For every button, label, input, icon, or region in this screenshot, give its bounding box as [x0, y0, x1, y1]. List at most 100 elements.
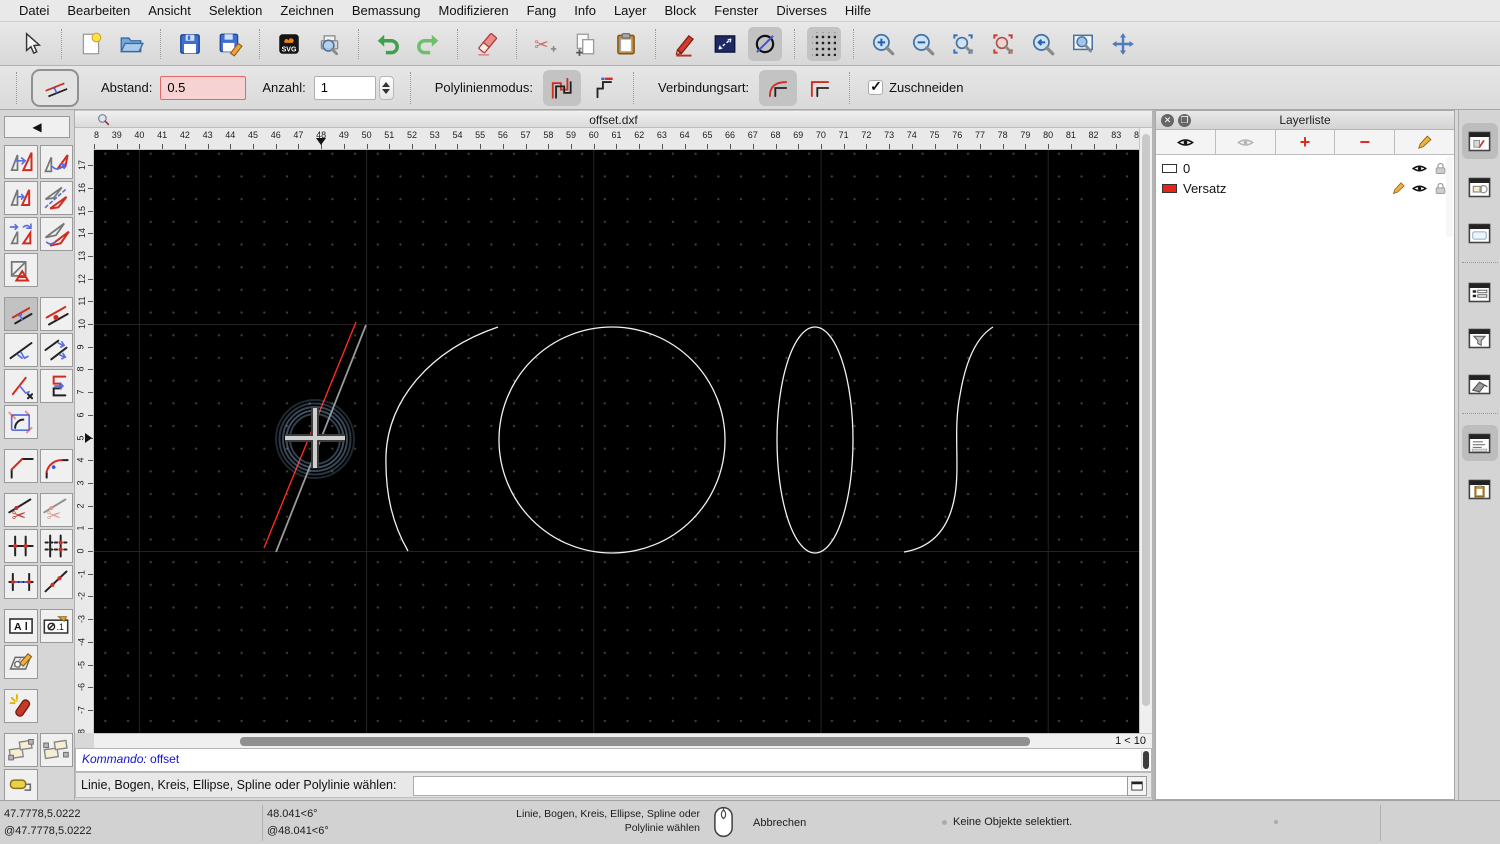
abstand-input[interactable]	[160, 75, 247, 100]
layer-row-0[interactable]: 0	[1156, 158, 1454, 178]
command-window-button[interactable]	[1127, 776, 1147, 796]
command-history-scrollbar[interactable]	[1141, 750, 1150, 770]
layer-visibility-icon[interactable]	[1412, 161, 1427, 176]
save-as-button[interactable]	[213, 27, 247, 61]
palette-back-button[interactable]: ◀	[4, 116, 70, 138]
zoom-out-button[interactable]	[906, 27, 940, 61]
measure-distance-button[interactable]	[708, 27, 742, 61]
eraser-button[interactable]	[470, 27, 504, 61]
redo-button[interactable]	[411, 27, 445, 61]
tool-move-rotate[interactable]	[4, 217, 38, 251]
menu-item-fenster[interactable]: Fenster	[705, 3, 767, 18]
circle-entity[interactable]	[498, 326, 726, 554]
zoom-window-button[interactable]	[1066, 27, 1100, 61]
anzahl-stepper[interactable]	[378, 75, 394, 100]
tool-explode[interactable]	[4, 689, 38, 723]
menu-item-block[interactable]: Block	[655, 3, 705, 18]
menu-item-diverses[interactable]: Diverses	[767, 3, 836, 18]
tool-trim-two[interactable]	[39, 333, 73, 367]
command-history-scrollbar-thumb[interactable]	[1143, 751, 1149, 769]
copy-button[interactable]	[569, 27, 603, 61]
menu-item-bearbeiten[interactable]: Bearbeiten	[58, 3, 139, 18]
tool-divide[interactable]	[4, 529, 38, 563]
tool-fillet[interactable]	[39, 449, 73, 483]
polyline-mode-segment-button[interactable]	[585, 70, 623, 106]
horizontal-scrollbar-thumb[interactable]	[240, 737, 1030, 746]
spline-entity[interactable]	[903, 326, 994, 553]
tool-block-edit[interactable]	[4, 733, 38, 767]
svg-export-button[interactable]: SVG	[272, 27, 306, 61]
menu-item-bemassung[interactable]: Bemassung	[343, 3, 430, 18]
menu-item-ansicht[interactable]: Ansicht	[139, 3, 200, 18]
ellipse-entity[interactable]	[776, 326, 854, 554]
paste-button[interactable]	[609, 27, 643, 61]
tool-offset-point[interactable]	[39, 297, 73, 331]
layer-row-Versatz[interactable]: Versatz	[1156, 178, 1454, 198]
tool-dim-edit[interactable]: .1	[39, 609, 73, 643]
layer-panel-titlebar[interactable]: ✕ ❐ Layerliste	[1156, 111, 1454, 130]
command-input[interactable]	[413, 776, 1129, 796]
draw-pencil-button[interactable]	[668, 27, 702, 61]
tool-trim[interactable]	[4, 333, 38, 367]
layer-color-swatch[interactable]	[1162, 183, 1177, 193]
menu-item-selektion[interactable]: Selektion	[200, 3, 271, 18]
show-all-layers-button[interactable]	[1156, 130, 1216, 154]
tool-rotate-two[interactable]	[39, 217, 73, 251]
tool-hatch-edit[interactable]	[4, 645, 38, 679]
zuschneiden-checkbox[interactable]	[868, 78, 884, 95]
tool-cut-split[interactable]: ✂	[4, 493, 38, 527]
zoom-in-button[interactable]	[866, 27, 900, 61]
circle-line-button[interactable]	[748, 26, 782, 61]
vertical-scrollbar[interactable]	[1139, 128, 1152, 733]
layer-color-swatch[interactable]	[1162, 163, 1177, 173]
menu-item-info[interactable]: Info	[565, 3, 605, 18]
document-titlebar[interactable]: offset.dxf	[75, 110, 1152, 128]
tool-paint-roller[interactable]	[4, 769, 38, 800]
tool-mirror[interactable]	[39, 181, 73, 215]
tool-block-edit-2[interactable]	[39, 733, 73, 767]
print-preview-button[interactable]	[312, 27, 346, 61]
polyline-mode-full-button[interactable]	[542, 69, 581, 106]
tool-cut-split-faded[interactable]: ✂	[39, 493, 73, 527]
edit-layer-button[interactable]	[1395, 130, 1454, 154]
tool-offset[interactable]	[4, 297, 38, 331]
drawing-canvas[interactable]	[94, 150, 1139, 733]
menu-item-zeichnen[interactable]: Zeichnen	[271, 3, 342, 18]
remove-layer-button[interactable]: −	[1335, 130, 1396, 154]
menu-item-datei[interactable]: Datei	[10, 3, 58, 18]
grid-toggle-button[interactable]	[807, 26, 841, 61]
dock-command-line-button[interactable]	[1461, 425, 1498, 461]
tool-clip[interactable]	[4, 405, 38, 439]
dock-layer-filter-button[interactable]	[1462, 320, 1498, 356]
dock-layer-list-button[interactable]	[1462, 274, 1498, 310]
tool-divide-2[interactable]	[39, 529, 73, 563]
tool-break[interactable]	[39, 565, 73, 599]
layer-panel-scrollbar[interactable]	[1446, 157, 1453, 237]
dock-tool-options-button[interactable]	[1461, 123, 1498, 159]
menu-item-hilfe[interactable]: Hilfe	[836, 3, 880, 18]
tool-mirror-move[interactable]	[4, 181, 38, 215]
add-layer-button[interactable]: +	[1275, 130, 1336, 154]
zoom-auto-button[interactable]	[946, 27, 980, 61]
dock-library-browser-button[interactable]	[1462, 215, 1498, 251]
dock-clipboard-panel-button[interactable]	[1462, 471, 1498, 507]
tool-divide-3[interactable]	[4, 565, 38, 599]
pan-button[interactable]	[1106, 27, 1140, 61]
zoom-previous-button[interactable]	[1026, 27, 1060, 61]
new-file-button[interactable]	[74, 27, 108, 61]
connection-round-button[interactable]	[759, 69, 798, 106]
tool-scale[interactable]	[4, 253, 38, 287]
offset-tool-indicator[interactable]	[31, 68, 79, 107]
zoom-selection-button[interactable]	[986, 27, 1020, 61]
cursor-tool-button[interactable]	[15, 27, 49, 61]
save-button[interactable]	[173, 27, 207, 61]
open-file-button[interactable]	[114, 27, 148, 61]
dock-block-list-button[interactable]	[1462, 169, 1498, 205]
vertical-scrollbar-thumb[interactable]	[1142, 134, 1150, 706]
dock-wall-view-button[interactable]	[1462, 366, 1498, 402]
undo-button[interactable]	[371, 27, 405, 61]
menu-item-layer[interactable]: Layer	[605, 3, 656, 18]
menu-item-modifizieren[interactable]: Modifizieren	[430, 3, 518, 18]
layer-edit-icon[interactable]	[1391, 181, 1406, 196]
tool-lengthen[interactable]	[4, 369, 38, 403]
